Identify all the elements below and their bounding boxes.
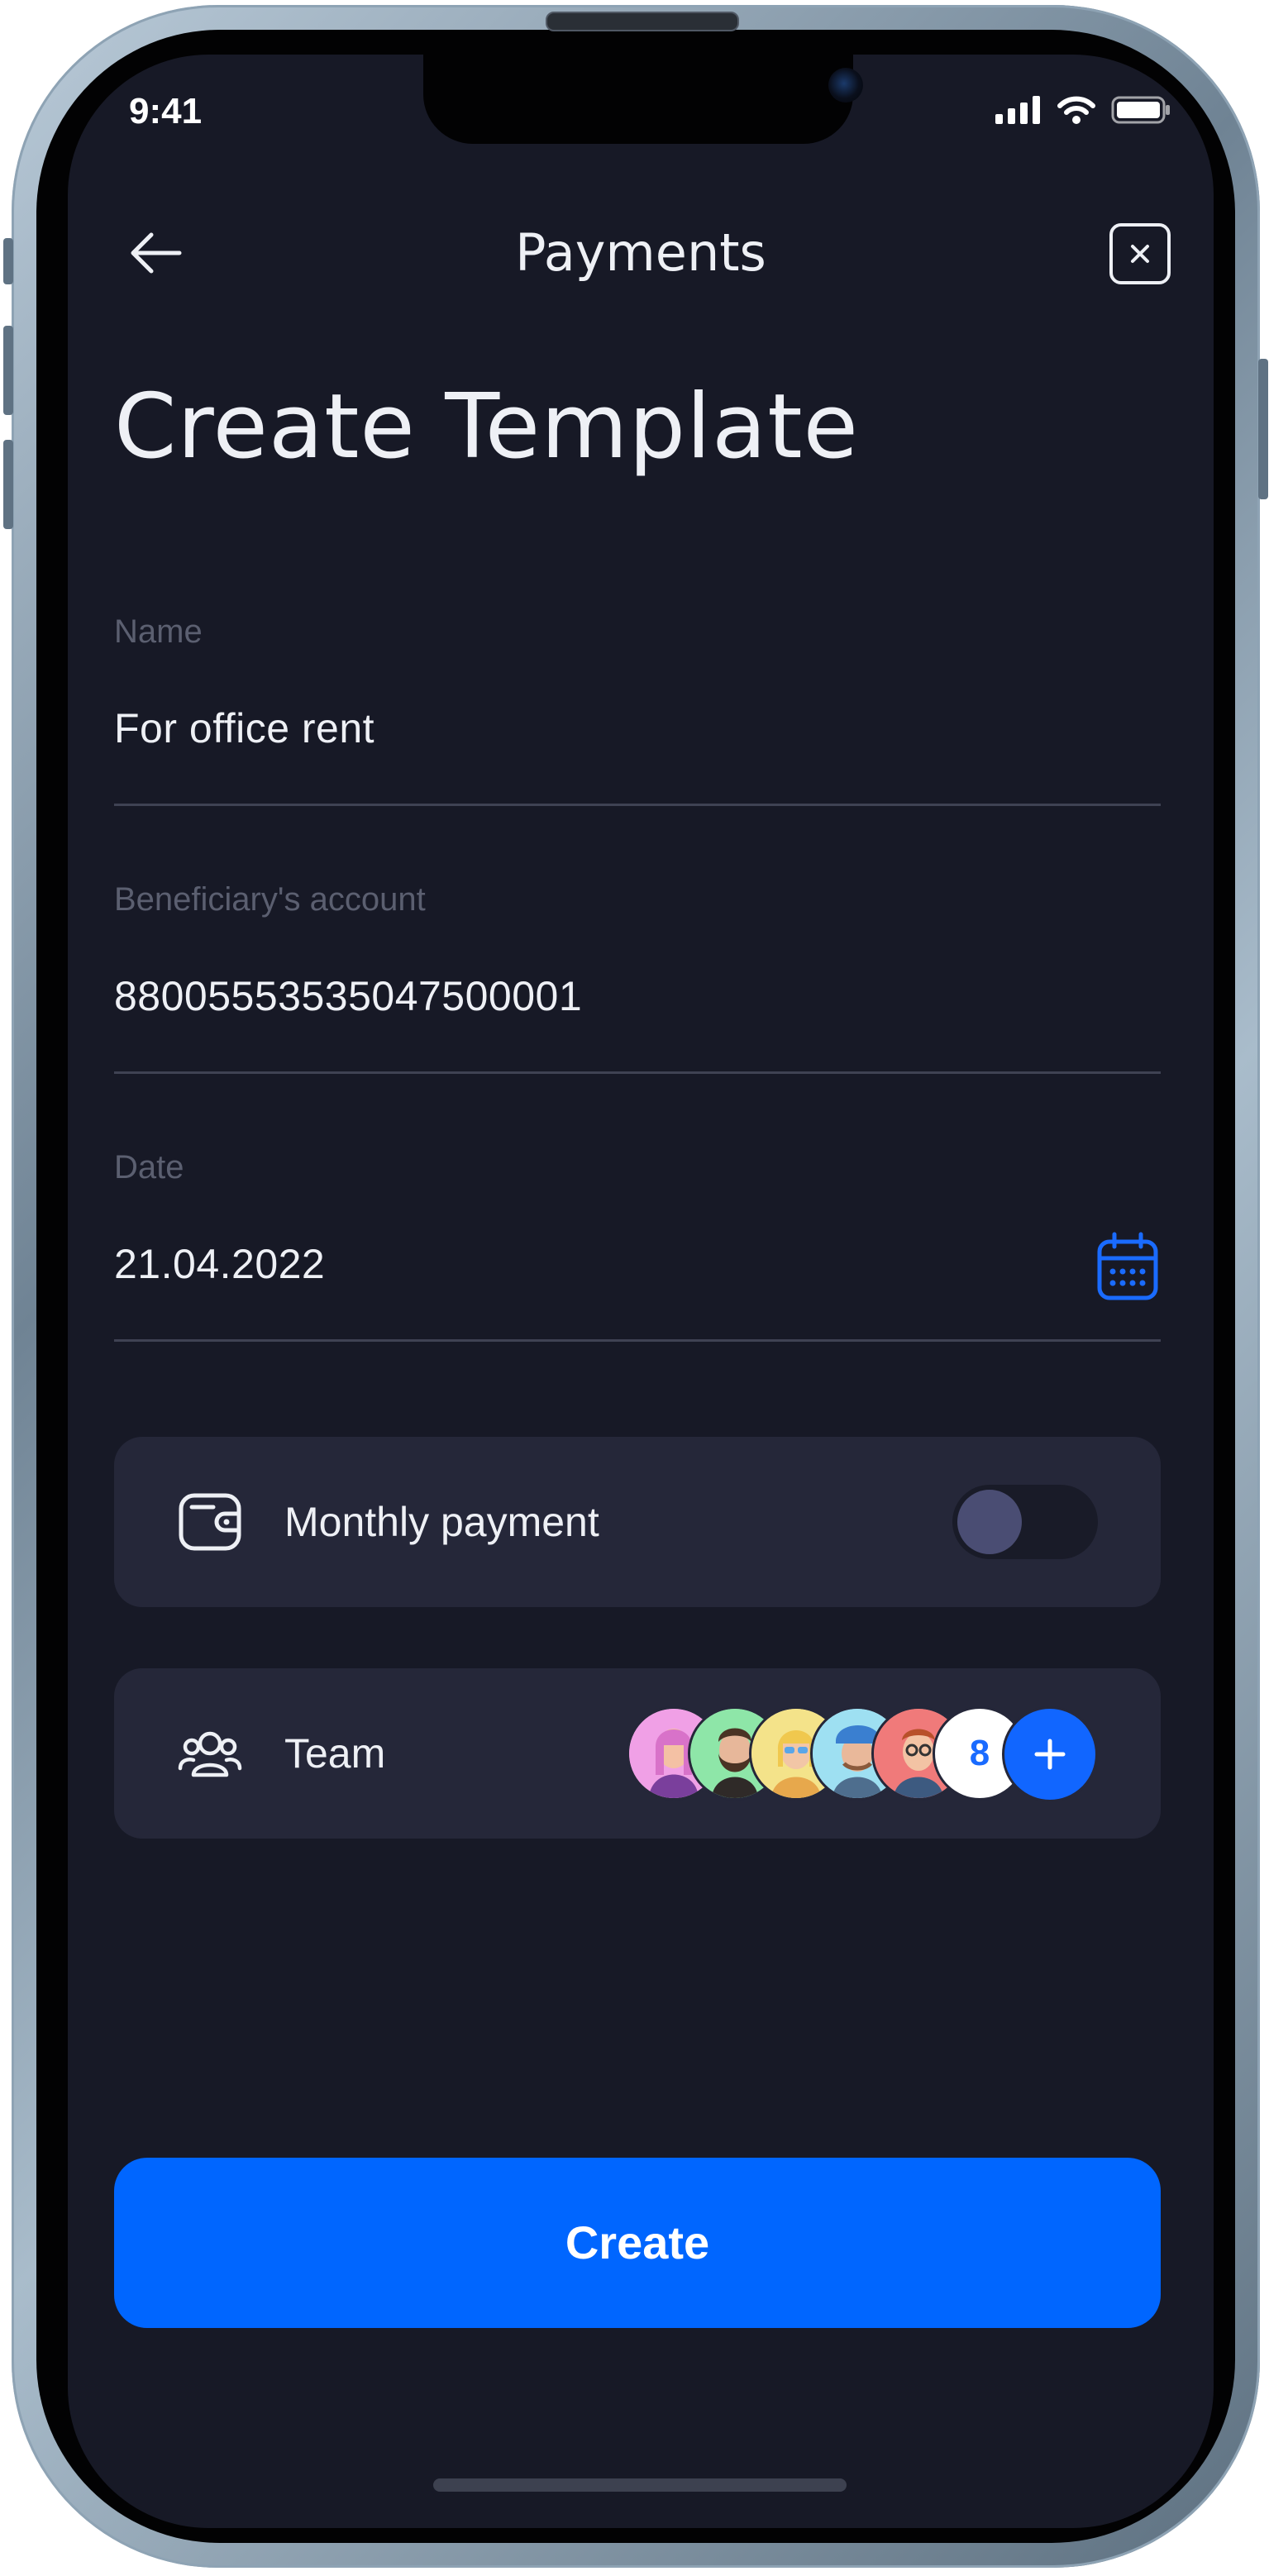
wallet-icon	[177, 1489, 243, 1555]
date-field-label: Date	[114, 1149, 184, 1185]
screen: 9:41 Payments Create Template Name For o…	[68, 55, 1214, 2528]
monthly-payment-toggle[interactable]	[952, 1485, 1098, 1559]
name-field-label: Name	[114, 613, 203, 650]
beneficiary-account-value[interactable]: 88005553535047500001	[114, 972, 582, 1020]
cellular-signal-icon	[995, 96, 1040, 124]
add-team-member-button[interactable]	[1002, 1706, 1098, 1802]
close-icon	[1131, 245, 1149, 263]
front-camera	[828, 68, 863, 103]
people-group-icon	[177, 1720, 243, 1787]
date-field-value[interactable]: 21.04.2022	[114, 1240, 325, 1288]
beneficiary-account-field[interactable]: Beneficiary's account 880055535350475000…	[114, 881, 1161, 1074]
status-icons	[995, 96, 1171, 124]
calendar-button[interactable]	[1095, 1232, 1161, 1303]
beneficiary-account-label: Beneficiary's account	[114, 881, 426, 918]
volume-down-button	[3, 440, 13, 529]
close-button[interactable]	[1109, 223, 1171, 284]
speaker-grille	[546, 12, 739, 31]
team-label: Team	[284, 1730, 386, 1777]
team-card: Team 8	[114, 1668, 1161, 1839]
nav-title: Payments	[515, 222, 766, 283]
battery-icon	[1111, 96, 1170, 124]
notch	[423, 55, 863, 144]
calendar-icon	[1097, 1232, 1158, 1300]
monthly-payment-card: Monthly payment	[114, 1437, 1161, 1607]
create-button[interactable]: Create	[114, 2158, 1161, 2328]
plus-icon	[1034, 1739, 1066, 1770]
name-field-value[interactable]: For office rent	[114, 704, 374, 752]
home-indicator[interactable]	[433, 2478, 847, 2492]
toggle-knob	[957, 1490, 1022, 1554]
status-time: 9:41	[129, 91, 203, 131]
team-avatars[interactable]: 8	[627, 1706, 1098, 1802]
power-button	[1258, 359, 1268, 499]
volume-up-button	[3, 326, 13, 415]
page-title: Create Template	[114, 375, 859, 479]
monthly-payment-label: Monthly payment	[284, 1499, 599, 1545]
wifi-icon	[1057, 96, 1095, 124]
date-field[interactable]: Date 21.04.2022	[114, 1149, 1161, 1342]
name-field[interactable]: Name For office rent	[114, 613, 1161, 806]
mute-switch	[3, 238, 13, 284]
